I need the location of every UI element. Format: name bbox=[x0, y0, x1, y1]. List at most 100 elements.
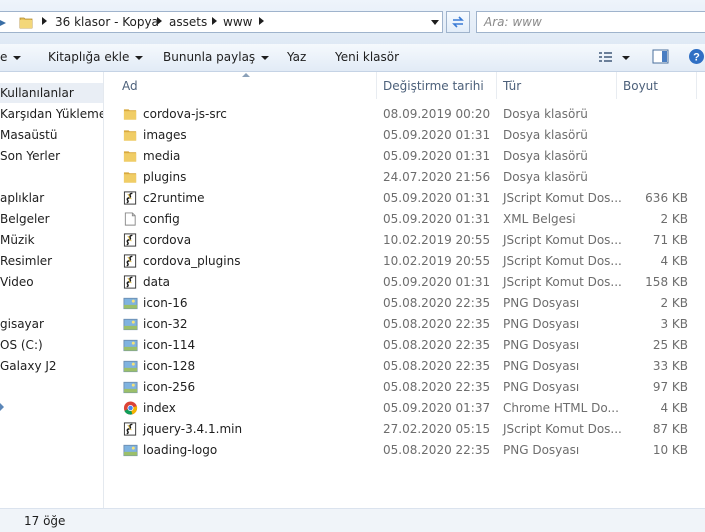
file-row[interactable]: cordova 10.02.2019 20:55 JScript Komut Dos… bbox=[104, 230, 705, 251]
breadcrumb-arrow-icon[interactable] bbox=[259, 17, 264, 25]
file-date: 05.08.2020 22:35 bbox=[383, 296, 491, 310]
script-icon bbox=[123, 254, 137, 268]
view-dropdown-icon[interactable] bbox=[622, 56, 630, 60]
file-date: 05.09.2020 01:37 bbox=[383, 401, 491, 415]
nav-item-favorites[interactable]: Kullanılanlar bbox=[0, 86, 74, 100]
file-date: 05.08.2020 22:35 bbox=[383, 338, 491, 352]
view-options-icon[interactable] bbox=[598, 50, 614, 64]
image-icon bbox=[123, 381, 138, 394]
burn-button[interactable]: Yaz bbox=[287, 50, 306, 64]
folder-icon bbox=[123, 172, 137, 183]
file-row[interactable]: icon-128 05.08.2020 22:35 PNG Dosyası 33 KB bbox=[104, 356, 705, 377]
add-to-library-button[interactable]: Kitaplığa ekle bbox=[48, 50, 144, 64]
breadcrumb-arrow-icon[interactable] bbox=[212, 17, 217, 25]
column-header-size[interactable]: Boyut bbox=[623, 79, 658, 106]
file-row[interactable]: cordova_plugins 10.02.2019 20:55 JScript K… bbox=[104, 251, 705, 272]
breadcrumb-item[interactable]: 36 klasor - Kopya bbox=[55, 15, 159, 29]
file-row[interactable]: icon-114 05.08.2020 22:35 PNG Dosyası 25 KB bbox=[104, 335, 705, 356]
file-size: 87 KB bbox=[652, 422, 688, 436]
nav-item-drive-c[interactable]: OS (C:) bbox=[0, 338, 43, 352]
file-type: PNG Dosyası bbox=[503, 296, 580, 310]
file-row[interactable]: jquery-3.4.1.min 27.02.2020 05:15 JScript … bbox=[104, 419, 705, 440]
sort-ascending-icon bbox=[242, 73, 250, 77]
search-box[interactable]: Ara: www bbox=[476, 11, 705, 33]
address-bar-row: 36 klasor - Kopya assets www Ara: www bbox=[0, 0, 705, 44]
share-with-button[interactable]: Bununla paylaş bbox=[163, 50, 270, 64]
nav-item-galaxy-j2[interactable]: Galaxy J2 bbox=[0, 359, 57, 373]
nav-expand-icon[interactable] bbox=[0, 403, 4, 411]
file-date: 05.09.2020 01:31 bbox=[383, 275, 491, 289]
caret-down-icon bbox=[261, 55, 270, 60]
file-row[interactable]: icon-256 05.08.2020 22:35 PNG Dosyası 97 KB bbox=[104, 377, 705, 398]
file-row[interactable]: media 05.09.2020 01:31 Dosya klasörü bbox=[104, 146, 705, 167]
file-type: Dosya klasörü bbox=[503, 170, 588, 184]
file-name: icon-114 bbox=[143, 338, 196, 352]
column-separator[interactable] bbox=[696, 72, 697, 99]
folder-icon bbox=[123, 130, 137, 141]
column-separator[interactable] bbox=[616, 72, 617, 99]
file-date: 05.08.2020 22:35 bbox=[383, 443, 491, 457]
file-name: data bbox=[143, 275, 171, 289]
column-separator[interactable] bbox=[376, 72, 377, 99]
nav-item-pictures[interactable]: Resimler bbox=[0, 254, 52, 268]
nav-item-desktop[interactable]: Masaüstü bbox=[0, 128, 57, 142]
file-row[interactable]: icon-32 05.08.2020 22:35 PNG Dosyası 3 KB bbox=[104, 314, 705, 335]
breadcrumb-arrow-icon[interactable] bbox=[42, 17, 47, 25]
file-name: media bbox=[143, 149, 181, 163]
breadcrumb-item[interactable]: www bbox=[223, 15, 252, 29]
file-row[interactable]: icon-16 05.08.2020 22:35 PNG Dosyası 2 KB bbox=[104, 293, 705, 314]
new-folder-button[interactable]: Yeni klasör bbox=[335, 50, 399, 64]
file-name: images bbox=[143, 128, 187, 142]
file-size: 10 KB bbox=[652, 443, 688, 457]
script-icon bbox=[123, 191, 137, 205]
help-icon[interactable]: ? bbox=[688, 48, 705, 65]
refresh-button[interactable] bbox=[446, 11, 470, 33]
organize-button[interactable]: e bbox=[0, 50, 22, 64]
file-row[interactable]: cordova-js-src 08.09.2019 00:20 Dosya klas… bbox=[104, 104, 705, 125]
file-type: Chrome HTML Do... bbox=[503, 401, 619, 415]
file-row[interactable]: plugins 24.07.2020 21:56 Dosya klasörü bbox=[104, 167, 705, 188]
file-row[interactable]: loading-logo 05.08.2020 22:35 PNG Dosyası 1… bbox=[104, 440, 705, 461]
file-name: cordova-js-src bbox=[143, 107, 227, 121]
file-type: JScript Komut Dos... bbox=[503, 275, 622, 289]
nav-item-recent-places[interactable]: Son Yerler bbox=[0, 149, 60, 163]
column-separator[interactable] bbox=[496, 72, 497, 99]
file-row[interactable]: index 05.09.2020 01:37 Chrome HTML Do... 4 … bbox=[104, 398, 705, 419]
file-size: 71 KB bbox=[652, 233, 688, 247]
nav-item-computer[interactable]: gisayar bbox=[0, 317, 44, 331]
file-row[interactable]: images 05.09.2020 01:31 Dosya klasörü bbox=[104, 125, 705, 146]
script-icon bbox=[123, 275, 137, 289]
folder-icon bbox=[19, 17, 33, 29]
recent-pages-arrow-icon[interactable] bbox=[0, 17, 6, 29]
folder-icon bbox=[123, 109, 137, 120]
nav-item-libraries[interactable]: aplıklar bbox=[0, 191, 44, 205]
nav-item-music[interactable]: Müzik bbox=[0, 233, 35, 247]
column-header-name[interactable]: Ad bbox=[122, 79, 138, 106]
file-type: PNG Dosyası bbox=[503, 443, 580, 457]
preview-pane-icon[interactable] bbox=[652, 49, 669, 64]
file-date: 05.09.2020 01:31 bbox=[383, 212, 491, 226]
address-history-dropdown-icon[interactable] bbox=[431, 20, 439, 25]
image-icon bbox=[123, 339, 138, 352]
file-date: 05.09.2020 01:31 bbox=[383, 128, 491, 142]
column-header-date[interactable]: Değiştirme tarihi bbox=[383, 79, 484, 106]
file-type: JScript Komut Dos... bbox=[503, 254, 622, 268]
file-name: cordova_plugins bbox=[143, 254, 241, 268]
column-header-type[interactable]: Tür bbox=[503, 79, 521, 106]
file-date: 05.08.2020 22:35 bbox=[383, 317, 491, 331]
file-row[interactable]: c2runtime 05.09.2020 01:31 JScript Komut D… bbox=[104, 188, 705, 209]
breadcrumb-arrow-icon[interactable] bbox=[157, 17, 162, 25]
nav-item-documents[interactable]: Belgeler bbox=[0, 212, 50, 226]
file-type: JScript Komut Dos... bbox=[503, 422, 622, 436]
file-row[interactable]: data 05.09.2020 01:31 JScript Komut Dos...… bbox=[104, 272, 705, 293]
file-name: icon-256 bbox=[143, 380, 196, 394]
nav-item-downloads[interactable]: Karşıdan Yüklemeler bbox=[0, 107, 103, 121]
file-size: 97 KB bbox=[652, 380, 688, 394]
breadcrumb-item[interactable]: assets bbox=[169, 15, 207, 29]
status-bar: 17 öğe bbox=[0, 508, 705, 532]
nav-item-video[interactable]: Video bbox=[0, 275, 34, 289]
file-row[interactable]: config 05.09.2020 01:31 XML Belgesi 2 KB bbox=[104, 209, 705, 230]
file-size: 2 KB bbox=[660, 296, 688, 310]
file-date: 08.09.2019 00:20 bbox=[383, 107, 491, 121]
address-bar[interactable]: 36 klasor - Kopya assets www bbox=[0, 11, 443, 33]
